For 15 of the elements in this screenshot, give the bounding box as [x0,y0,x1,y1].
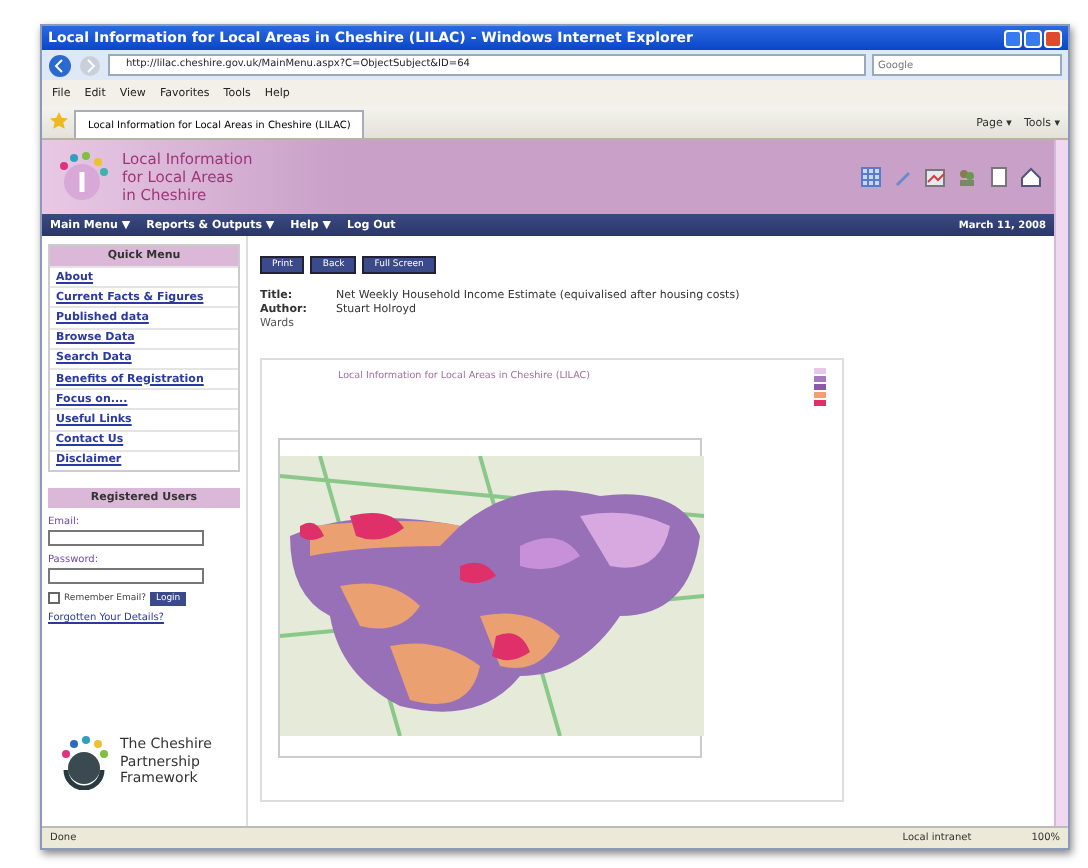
minimize-button[interactable] [1004,29,1022,47]
document-icon[interactable] [988,166,1010,188]
partnership-logo-icon [56,734,112,790]
grid-icon[interactable] [860,166,882,188]
home-icon[interactable] [1020,166,1042,188]
password-field[interactable] [48,567,204,584]
maximize-button[interactable] [1024,29,1042,47]
email-field[interactable] [48,529,204,546]
chart-icon[interactable] [924,166,946,188]
scrollbar[interactable] [1054,140,1068,826]
back-icon[interactable] [48,53,72,77]
remember-checkbox[interactable] [48,592,60,605]
close-button[interactable] [1044,29,1062,47]
star-icon[interactable] [50,112,68,130]
legend-swatches-icon [814,368,826,406]
